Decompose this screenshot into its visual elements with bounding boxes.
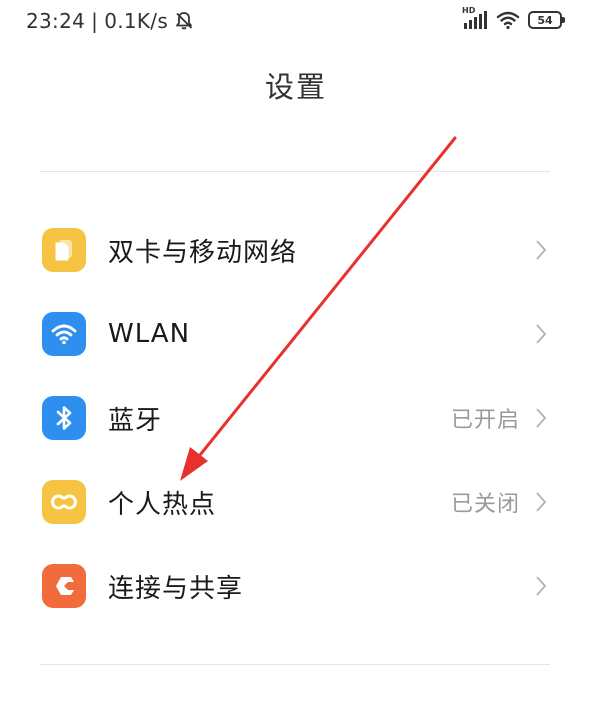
hotspot-icon [42,480,86,524]
settings-item-label: 蓝牙 [108,405,163,436]
settings-item-bluetooth[interactable]: 蓝牙 已开启 [0,376,592,460]
settings-item-label: 个人热点 [108,489,217,520]
settings-item-value: 已关闭 [450,492,520,517]
bottom-divider [40,664,550,665]
chevron-right-icon [536,408,547,428]
bell-off-icon [174,11,194,31]
settings-list: 双卡与移动网络 WLAN 蓝牙 已开启 个人热点 已关闭 连接与共享 [0,208,592,628]
status-separator: | [91,9,99,33]
bluetooth-icon [42,396,86,440]
status-right: HD 54 [462,6,565,30]
chevron-right-icon [536,576,547,596]
settings-item-hotspot[interactable]: 个人热点 已关闭 [0,460,592,544]
settings-item-connection-sharing[interactable]: 连接与共享 [0,544,592,628]
sim-card-icon [42,228,86,272]
settings-screen: 23:24 | 0.1K/s HD 54 设置 双卡与移动网络 WLAN 蓝牙 … [0,0,592,706]
status-time: 23:24 [26,9,86,33]
top-divider [40,171,550,172]
battery-icon: 54 [528,11,565,29]
network-badge: HD [462,6,476,15]
page-title: 设置 [264,70,327,104]
settings-item-value: 已开启 [450,408,520,433]
chevron-right-icon [536,240,547,260]
settings-item-dual-sim[interactable]: 双卡与移动网络 [0,208,592,292]
settings-item-label: 连接与共享 [108,573,244,604]
status-bar: 23:24 | 0.1K/s HD 54 [0,0,592,44]
wifi-icon [42,312,86,356]
battery-level: 54 [537,13,553,27]
settings-item-label: 双卡与移动网络 [108,237,298,268]
connection-share-icon [42,564,86,608]
chevron-right-icon [536,492,547,512]
settings-item-label: WLAN [108,319,191,349]
wifi-status-icon [496,10,520,30]
signal-icon: HD [462,6,488,30]
status-left: 23:24 | 0.1K/s [26,9,194,33]
settings-item-wlan[interactable]: WLAN [0,292,592,376]
network-speed: 0.1K/s [104,9,169,33]
chevron-right-icon [536,324,547,344]
